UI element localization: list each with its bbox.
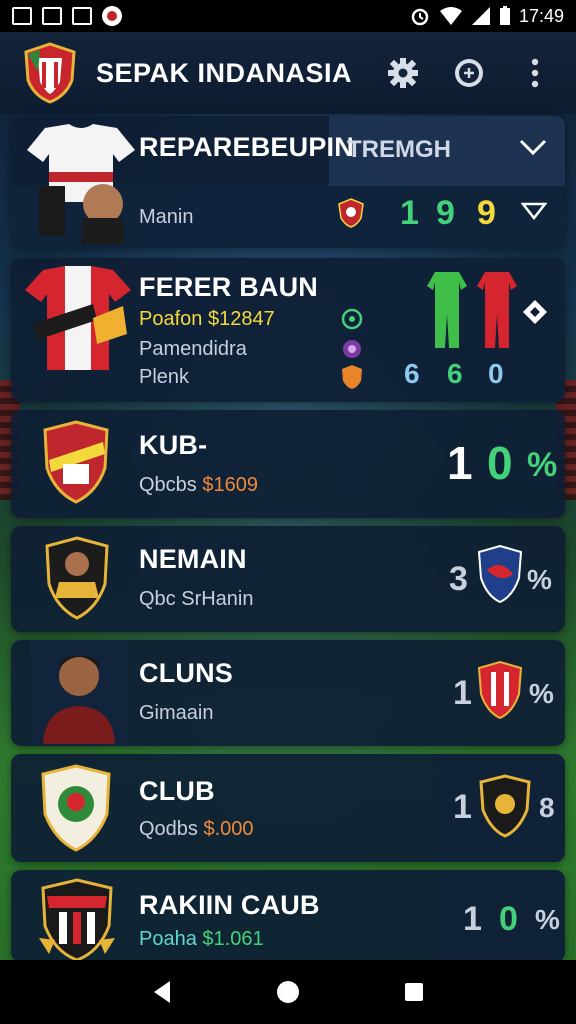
club-crest bbox=[43, 420, 109, 504]
stat-1: 1 bbox=[447, 437, 473, 489]
team-card-2[interactable]: FERER BAUN Poafon $12847 Pamendidra Plen… bbox=[11, 258, 565, 402]
jersey-image bbox=[27, 124, 135, 244]
team-subtitle-2: Plenk bbox=[139, 366, 190, 388]
team-name: RAKIIN CAUB bbox=[139, 890, 320, 920]
team-card-5[interactable]: CLUNS Gimaain 1 % bbox=[11, 640, 565, 746]
team-name: CLUB bbox=[139, 776, 215, 806]
stat-1: 1 bbox=[453, 674, 472, 712]
diamond-icon[interactable] bbox=[521, 298, 549, 326]
app-logo bbox=[24, 42, 76, 104]
stat-1: 1 bbox=[453, 788, 472, 826]
plus-circle-icon bbox=[455, 59, 483, 87]
home-button[interactable] bbox=[274, 978, 302, 1006]
team-card-3[interactable]: KUB- Qbcbs $1609 1 0 % bbox=[11, 410, 565, 518]
stat-2: 0 bbox=[487, 437, 513, 489]
team-name: NEMAIN bbox=[139, 544, 247, 574]
team-card-1[interactable]: REPAREBEUPIN TREMGH Manin 1 9 9 bbox=[11, 116, 565, 248]
status-time: 17:49 bbox=[518, 5, 564, 26]
wifi-icon bbox=[439, 7, 462, 25]
stat-3: 9 bbox=[477, 194, 496, 232]
team-subtitle: Manin bbox=[139, 206, 194, 228]
photo-icon bbox=[72, 7, 92, 25]
gear-icon bbox=[388, 58, 418, 88]
team-price: $.000 bbox=[203, 818, 254, 840]
club-crest-icon bbox=[479, 774, 531, 838]
battery-icon bbox=[499, 6, 510, 25]
signal-icon bbox=[471, 7, 490, 25]
subtitle-prefix: Qodbs bbox=[139, 818, 198, 840]
more-options-button[interactable] bbox=[516, 54, 554, 92]
stat-2: 9 bbox=[436, 194, 455, 232]
recents-button[interactable] bbox=[402, 980, 426, 1004]
subtitle-prefix: Qbcbs bbox=[139, 474, 197, 496]
team-subtitle: Pamendidra bbox=[139, 338, 247, 360]
chevron-down-icon[interactable] bbox=[519, 138, 547, 156]
stat-2: 6 bbox=[447, 358, 463, 389]
team-price: Poafon $12847 bbox=[139, 308, 275, 330]
stat-1: 6 bbox=[404, 358, 420, 389]
app-title: SEPAK INDANASIA bbox=[96, 57, 353, 88]
back-button[interactable] bbox=[150, 979, 174, 1005]
settings-button[interactable] bbox=[384, 54, 422, 92]
team-price: $1.061 bbox=[202, 928, 264, 950]
green-badge-icon bbox=[341, 308, 363, 330]
team-name: CLUNS bbox=[139, 658, 233, 688]
team-card-6[interactable]: CLUB Qodbs $.000 1 8 bbox=[11, 754, 565, 862]
club-badge-icon bbox=[338, 198, 364, 228]
green-kit-icon bbox=[427, 272, 467, 348]
team-name: FERER BAUN bbox=[139, 272, 319, 302]
red-kit-icon bbox=[477, 272, 517, 348]
tab-tremgh[interactable]: TREMGH bbox=[347, 136, 451, 164]
stat-2: % bbox=[527, 564, 552, 595]
team-subtitle: Qbc SrHanin bbox=[139, 588, 254, 610]
jersey-image bbox=[25, 266, 131, 370]
team-subtitle: Qodbs $.000 bbox=[139, 818, 254, 841]
stat-3: 0 bbox=[488, 358, 504, 389]
kebab-menu-icon bbox=[531, 58, 539, 88]
team-name: KUB- bbox=[139, 430, 208, 460]
stat-2: 0 bbox=[499, 900, 518, 938]
gallery-icon bbox=[12, 7, 32, 25]
club-crest-icon bbox=[477, 544, 523, 604]
stat-3: % bbox=[535, 904, 560, 935]
player-photo bbox=[43, 655, 115, 744]
app-notification-icon bbox=[102, 6, 122, 26]
club-crest-icon bbox=[477, 660, 523, 720]
team-subtitle: Gimaain bbox=[139, 702, 214, 724]
status-bar: 17:49 bbox=[0, 0, 576, 32]
stat-1: 1 bbox=[463, 900, 482, 938]
orange-badge-icon bbox=[342, 365, 362, 389]
alarm-icon bbox=[411, 8, 429, 26]
caret-down-icon[interactable] bbox=[521, 202, 547, 220]
team-card-4[interactable]: NEMAIN Qbc SrHanin 3 % bbox=[11, 526, 565, 632]
image-icon bbox=[42, 7, 62, 25]
subtitle-prefix: Poaha bbox=[139, 928, 197, 950]
stat-1: 3 bbox=[449, 560, 468, 598]
system-nav-bar bbox=[0, 960, 576, 1024]
team-card-7[interactable]: RAKIIN CAUB Poaha $1.061 1 0 % bbox=[11, 870, 565, 962]
purple-badge-icon bbox=[343, 340, 361, 358]
team-subtitle: Qbcbs $1609 bbox=[139, 474, 258, 497]
add-button[interactable] bbox=[450, 54, 488, 92]
team-name: REPAREBEUPIN bbox=[139, 132, 354, 162]
stat-3: % bbox=[527, 446, 558, 484]
app-bar: SEPAK INDANASIA bbox=[0, 32, 576, 114]
team-price: $1609 bbox=[202, 474, 258, 496]
club-crest bbox=[41, 764, 111, 852]
club-crest bbox=[39, 878, 115, 962]
player-badge bbox=[45, 536, 109, 620]
stat-2: 8 bbox=[539, 792, 555, 823]
team-subtitle: Poaha $1.061 bbox=[139, 928, 264, 951]
stat-1: 1 bbox=[400, 194, 419, 232]
stat-2: % bbox=[529, 678, 554, 709]
